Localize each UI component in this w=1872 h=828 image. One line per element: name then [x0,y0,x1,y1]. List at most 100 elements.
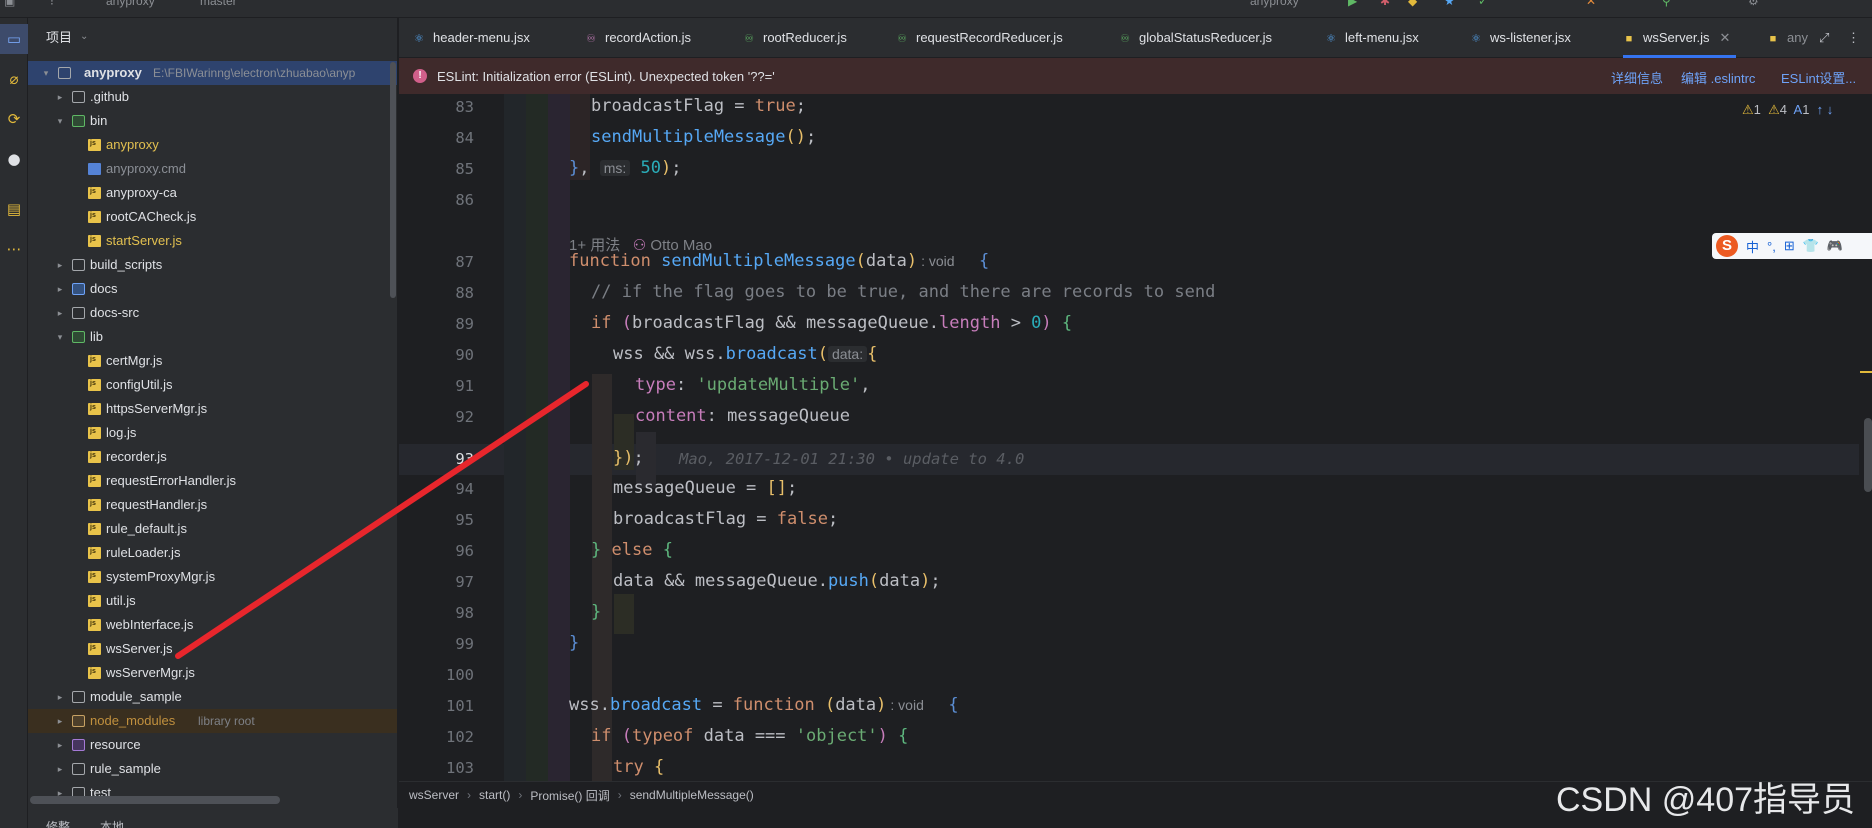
chevron-right-icon[interactable]: ▸ [54,757,66,781]
tree-item-systemproxymgr-js[interactable]: systemProxyMgr.js [28,564,397,589]
tab-header-menu[interactable]: ⚛ header-menu.jsx [413,18,530,58]
chevron-right-icon[interactable]: ▸ [54,301,66,325]
code-editor[interactable]: 83 84 85 86 87 88 89 90 91 92 93 94 95 9… [399,94,1872,781]
tab-ws-listener[interactable]: ⚛ ws-listener.jsx [1470,18,1571,58]
tree-item-docs[interactable]: ▸ docs [28,277,397,301]
tree-item-wsserver-js[interactable]: wsServer.js [28,636,397,661]
tab-record-action[interactable]: ♾ recordAction.js [585,18,691,58]
profile-icon[interactable]: ◆ [1408,0,1417,8]
previous-problem-icon[interactable]: ↑ [1817,102,1824,117]
tree-item-docs-src[interactable]: ▸ docs-src [28,301,397,325]
editor-vertical-scrollbar[interactable] [1864,418,1872,492]
vcs-commit-icon[interactable]: ✓ [1478,0,1488,8]
bottom-tab-1[interactable]: 本地 [100,818,124,828]
more-icon[interactable]: ⋯ [0,234,28,264]
redux-icon: ♾ [744,33,754,45]
project-horizontal-scrollbar[interactable] [30,796,280,804]
close-icon[interactable]: ✕ [1719,30,1730,45]
run-config-selector[interactable]: anyproxy [1250,0,1299,8]
branch-switcher[interactable]: master [200,0,237,8]
tree-root[interactable]: ▾ anyproxy E:\FBIWarinng\electron\zhuaba… [28,61,397,85]
chevron-right-icon[interactable]: ▸ [54,733,66,757]
tree-item-webinterface-js[interactable]: webInterface.js [28,612,397,637]
chevron-down-icon[interactable]: ▾ [40,61,52,85]
ime-game-icon[interactable]: 🎮 [1827,238,1843,254]
tree-item-anyproxy-ca[interactable]: anyproxy-ca [28,180,397,205]
breadcrumb-item[interactable]: sendMultipleMessage() [630,788,754,802]
debug-icon[interactable]: ✱ [1380,0,1390,8]
tree-item-configutil-js[interactable]: configUtil.js [28,372,397,397]
stop-icon[interactable]: ✕ [1586,0,1596,8]
tab-overflow[interactable]: ■ any [1767,18,1808,58]
ime-punctuation[interactable]: °, [1767,239,1776,254]
inspection-widget[interactable]: ⚠1 ⚠4 A1 ↑ ↓ [1742,102,1833,118]
settings-icon[interactable]: ⚙ [1748,0,1759,8]
tree-item-node-modules[interactable]: ▸ node_modules library root [28,709,397,733]
tree-item-rootcacheck-js[interactable]: rootCACheck.js [28,204,397,229]
commit-icon[interactable]: ⌀ [0,64,28,94]
ime-keyboard-icon[interactable]: ⊞ [1784,238,1795,254]
structure-icon[interactable]: ▤ [0,194,28,224]
tab-global-status-reducer[interactable]: ♾ globalStatusReducer.js [1119,18,1272,58]
ime-skin-icon[interactable]: 👕 [1803,238,1819,254]
tree-item-label: wsServerMgr.js [106,665,195,680]
search-everywhere-icon[interactable]: ⚲ [1662,0,1671,8]
maximize-icon[interactable]: ⤢ [1819,18,1829,58]
tree-item-lib[interactable]: ▾ lib [28,325,397,349]
tree-item-recorder-js[interactable]: recorder.js [28,444,397,469]
ime-toolbar[interactable]: S 中 °, ⊞ 👕 🎮 [1712,233,1872,259]
tree-item-httpsservermgr-js[interactable]: httpsServerMgr.js [28,396,397,421]
chevron-down-icon[interactable]: ▾ [54,109,66,133]
more-menu-icon[interactable]: ⁝ [50,0,54,8]
tree-item-certmgr-js[interactable]: certMgr.js [28,348,397,373]
tree-item-requesthandler-js[interactable]: requestHandler.js [28,492,397,517]
tree-item-rule-default-js[interactable]: rule_default.js [28,516,397,541]
tree-item--github[interactable]: ▸ .github [28,85,397,109]
tree-item-wsservermgr-js[interactable]: wsServerMgr.js [28,660,397,685]
tree-item-startserver-js[interactable]: startServer.js [28,228,397,253]
tree-item-requesterrorhandler-js[interactable]: requestErrorHandler.js [28,468,397,493]
breadcrumb-item[interactable]: Promise() 回调 [530,787,609,804]
tab-root-reducer[interactable]: ♾ rootReducer.js [743,18,847,58]
pull-requests-icon[interactable]: ⟳ [0,104,28,134]
project-vertical-scrollbar[interactable] [390,62,396,298]
project-panel-header[interactable]: 项目 ⌄ [28,18,397,54]
chevron-down-icon[interactable]: ▾ [54,325,66,349]
details-link[interactable]: 详细信息 [1611,68,1663,87]
indent-guide [592,374,612,781]
chevron-right-icon[interactable]: ▸ [54,709,66,733]
tree-item-anyproxy[interactable]: anyproxy [28,132,397,157]
chevron-right-icon[interactable]: ▸ [54,277,66,301]
vcs-update-icon[interactable]: ★ [1444,0,1455,8]
tree-item-resource[interactable]: ▸ resource [28,733,397,757]
project-switcher[interactable]: anyproxy [106,0,155,8]
chevron-down-icon[interactable]: ⌄ [80,31,88,42]
tab-request-record-reducer[interactable]: ♾ requestRecordReducer.js [896,18,1063,58]
bottom-tab-0[interactable]: 修整 [46,818,70,828]
breadcrumb-item[interactable]: start() [479,788,510,802]
tree-item-rule-sample[interactable]: ▸ rule_sample [28,757,397,781]
chevron-right-icon[interactable]: ▸ [54,685,66,709]
tree-item-bin[interactable]: ▾ bin [28,109,397,133]
tree-item-anyproxy-cmd[interactable]: anyproxy.cmd [28,157,397,181]
tree-item-ruleloader-js[interactable]: ruleLoader.js [28,540,397,565]
app-menu-icon[interactable]: ▣ [4,0,15,8]
next-problem-icon[interactable]: ↓ [1827,102,1834,117]
eslint-settings-link[interactable]: ESLint设置... [1781,68,1856,87]
github-icon[interactable]: ● [0,144,28,174]
project-icon[interactable]: ▭ [0,24,28,54]
breadcrumb-item[interactable]: wsServer [409,788,459,802]
tree-item-util-js[interactable]: util.js [28,588,397,613]
run-icon[interactable]: ▶ [1348,0,1357,8]
tree-item-module-sample[interactable]: ▸ module_sample [28,685,397,709]
more-tabs-icon[interactable]: ⋮ [1847,18,1860,58]
tree-item-log-js[interactable]: log.js [28,420,397,445]
ime-mode[interactable]: 中 [1746,237,1759,256]
chevron-right-icon[interactable]: ▸ [54,253,66,277]
chevron-right-icon[interactable]: ▸ [54,85,66,109]
tab-ws-server[interactable]: ■ wsServer.js ✕ [1623,18,1737,58]
tree-item-build-scripts[interactable]: ▸ build_scripts [28,253,397,277]
warning-stripe-marker[interactable] [1860,371,1872,373]
tab-left-menu[interactable]: ⚛ left-menu.jsx [1325,18,1419,58]
edit-eslintrc-link[interactable]: 编辑 .eslintrc [1681,68,1755,87]
